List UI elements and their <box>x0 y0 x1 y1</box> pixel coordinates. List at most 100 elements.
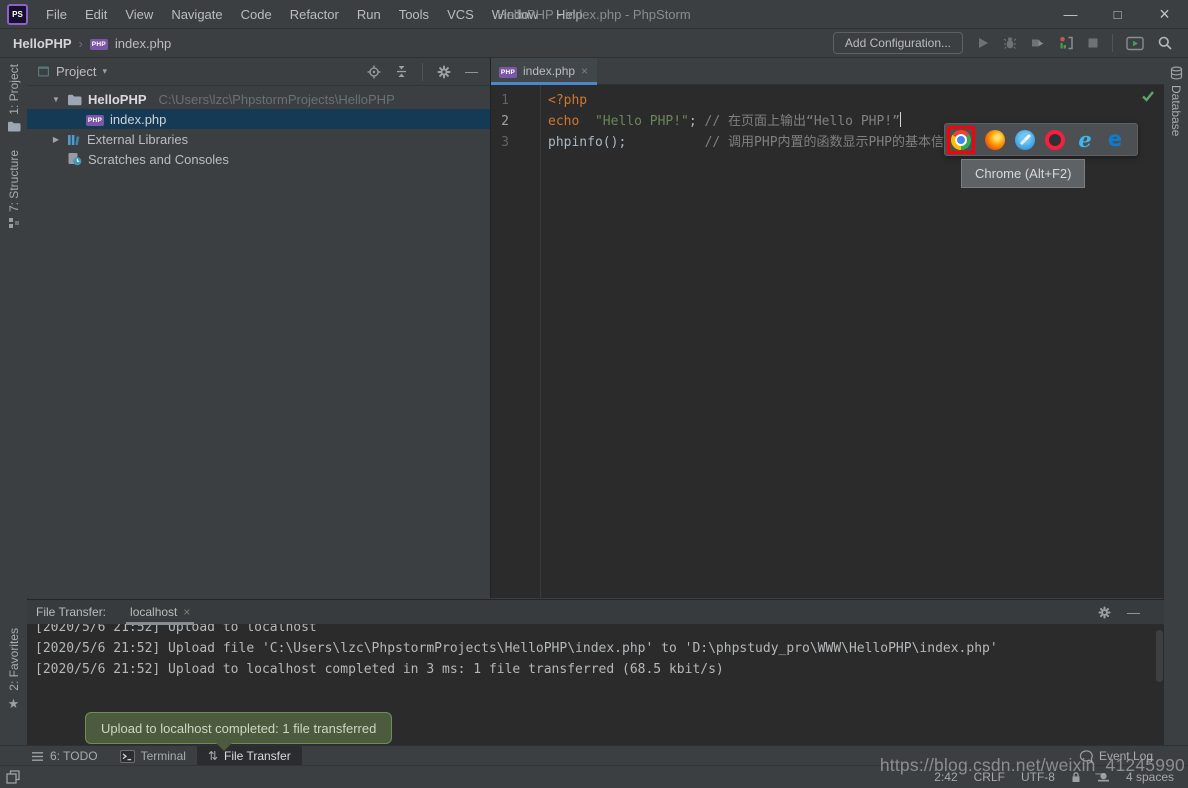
breadcrumb: HelloPHP › PHP index.php <box>0 36 171 51</box>
string-literal: "Hello PHP!" <box>595 114 689 129</box>
project-tree: ▼ HelloPHP C:\Users\lzc\PhpstormProjects\… <box>27 86 490 169</box>
edge-icon[interactable]: e <box>1105 130 1125 150</box>
database-stripe-label: Database <box>1169 85 1183 136</box>
scratches-icon <box>67 152 82 166</box>
minimize-button[interactable]: — <box>1047 0 1094 28</box>
firefox-icon[interactable] <box>985 130 1005 150</box>
run-anything-icon[interactable] <box>1126 36 1144 51</box>
tool-window-button-favorites[interactable]: 2: Favorites ★ <box>0 628 27 712</box>
project-panel-title[interactable]: Project <box>56 64 96 79</box>
log-line: [2020/5/6 21:52] Upload file 'C:\Users\l… <box>35 638 1164 659</box>
title-bar: PS File Edit View Navigate Code Refactor… <box>0 0 1188 29</box>
tree-expanded-icon[interactable]: ▼ <box>51 95 61 104</box>
coverage-icon[interactable] <box>1058 36 1074 50</box>
project-root-path: C:\Users\lzc\PhpstormProjects\HelloPHP <box>159 92 395 107</box>
menu-edit[interactable]: Edit <box>76 7 116 22</box>
tree-row-scratches[interactable]: Scratches and Consoles <box>27 149 490 169</box>
opera-icon[interactable] <box>1045 130 1065 150</box>
tool-window-button-project[interactable]: 1: Project <box>0 64 27 132</box>
php-open-tag: <?php <box>548 93 587 108</box>
profiler-icon[interactable] <box>1030 36 1045 50</box>
menu-tools[interactable]: Tools <box>390 7 438 22</box>
php-file-icon: PHP <box>499 67 517 78</box>
locate-file-icon[interactable] <box>367 65 381 79</box>
gear-icon[interactable] <box>1098 606 1111 619</box>
spacing <box>626 135 704 150</box>
tool-window-switcher-icon[interactable] <box>0 770 20 784</box>
transfer-arrows-icon: ⇅ <box>208 749 218 763</box>
tree-collapsed-icon[interactable]: ▶ <box>51 135 61 144</box>
hide-panel-icon[interactable]: — <box>465 65 478 78</box>
gear-icon[interactable] <box>437 65 451 79</box>
tree-row-external-libraries[interactable]: ▶ External Libraries <box>27 129 490 149</box>
navigation-toolbar: HelloPHP › PHP index.php Add Configurati… <box>0 29 1188 58</box>
gutter-separator <box>540 85 541 662</box>
tree-row-index-php[interactable]: PHP index.php <box>27 109 490 129</box>
line-number: 3 <box>491 132 509 153</box>
tool-window-button-terminal[interactable]: Terminal <box>109 746 197 766</box>
breadcrumb-file[interactable]: index.php <box>115 36 171 51</box>
maximize-button[interactable]: □ <box>1094 0 1141 28</box>
line-comment: // 在页面上输出“Hello PHP!” <box>705 114 900 129</box>
collapse-all-icon[interactable] <box>395 65 408 78</box>
internet-explorer-icon[interactable]: e <box>1075 130 1095 150</box>
tool-window-button-file-transfer[interactable]: ⇅ File Transfer <box>197 746 302 766</box>
project-stripe-label: 1: Project <box>7 64 21 115</box>
favorites-stripe-label: 2: Favorites <box>7 628 21 691</box>
tool-window-button-todo[interactable]: 6: TODO <box>20 746 109 766</box>
project-tool-window: Project ▾ — ▼ HelloPHP C:\Users\lzc\Phpst… <box>27 58 491 598</box>
menu-navigate[interactable]: Navigate <box>162 7 231 22</box>
star-icon: ★ <box>8 696 20 712</box>
tool-window-button-structure[interactable]: 7: Structure <box>0 150 27 229</box>
phpinfo-call: phpinfo(); <box>548 135 626 150</box>
scratches-label: Scratches and Consoles <box>88 152 229 167</box>
csdn-watermark: https://blog.csdn.net/weixin_41245990 <box>880 755 1185 776</box>
echo-keyword: echo <box>548 114 595 129</box>
structure-icon <box>8 217 20 229</box>
file-transfer-label: File Transfer: <box>36 605 106 619</box>
menu-code[interactable]: Code <box>232 7 281 22</box>
scrollbar-thumb[interactable] <box>1156 630 1163 682</box>
menu-view[interactable]: View <box>116 7 162 22</box>
text-caret <box>900 112 902 127</box>
log-line: [2020/5/6 21:52] Upload to localhost <box>35 624 1164 638</box>
menu-run[interactable]: Run <box>348 7 390 22</box>
add-configuration-button[interactable]: Add Configuration... <box>833 32 963 54</box>
close-button[interactable]: × <box>1141 0 1188 28</box>
terminal-label: Terminal <box>141 749 186 763</box>
open-in-browser-popup: e e <box>944 123 1138 156</box>
panel-header-separator <box>422 63 423 81</box>
run-icon[interactable] <box>976 36 990 50</box>
inspections-ok-icon[interactable] <box>1141 90 1155 102</box>
hide-panel-icon[interactable]: — <box>1127 606 1140 619</box>
project-root-name: HelloPHP <box>88 92 147 107</box>
file-transfer-tab-label: File Transfer <box>224 749 291 763</box>
tool-window-button-database[interactable]: Database <box>1164 66 1188 136</box>
localhost-tab-label: localhost <box>130 605 177 619</box>
chrome-tooltip: Chrome (Alt+F2) <box>961 159 1085 188</box>
balloon-text: Upload to localhost completed: 1 file tr… <box>101 721 376 736</box>
search-everywhere-icon[interactable] <box>1157 35 1173 51</box>
tree-row-project-root[interactable]: ▼ HelloPHP C:\Users\lzc\PhpstormProjects\… <box>27 89 490 109</box>
chevron-down-icon[interactable]: ▾ <box>102 66 107 77</box>
terminal-icon <box>120 750 135 763</box>
phpstorm-logo-icon: PS <box>7 4 28 25</box>
safari-icon[interactable] <box>1015 130 1035 150</box>
menu-file[interactable]: File <box>37 7 76 22</box>
structure-stripe-label: 7: Structure <box>7 150 21 212</box>
todo-list-icon <box>31 751 44 762</box>
menu-vcs[interactable]: VCS <box>438 7 483 22</box>
debug-icon[interactable] <box>1003 36 1017 50</box>
tab-label: index.php <box>523 64 575 78</box>
chrome-icon[interactable] <box>951 130 971 150</box>
close-icon[interactable]: × <box>183 605 190 619</box>
menu-refactor[interactable]: Refactor <box>281 7 348 22</box>
line-number: 1 <box>491 90 509 111</box>
stop-icon[interactable] <box>1087 37 1099 49</box>
localhost-tab[interactable]: localhost × <box>126 600 194 624</box>
tab-index-php[interactable]: PHP index.php × <box>491 58 597 84</box>
close-icon[interactable]: × <box>581 64 588 78</box>
editor-tab-bar: PHP index.php × <box>491 58 1164 85</box>
breadcrumb-project[interactable]: HelloPHP <box>13 36 72 51</box>
log-line: [2020/5/6 21:52] Upload to localhost com… <box>35 659 1164 680</box>
